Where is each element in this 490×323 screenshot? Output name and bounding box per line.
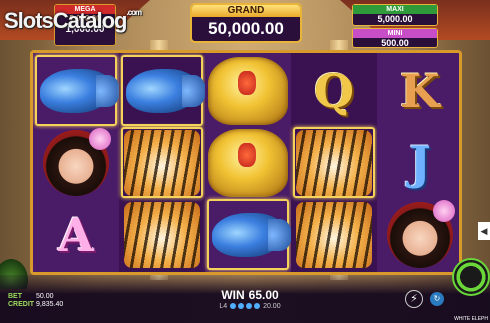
reel-5: K J	[377, 53, 459, 272]
tiger-symbol	[124, 201, 200, 268]
reel-4: Q	[291, 53, 377, 272]
reel-cell	[379, 199, 459, 270]
game-name: WHITE ELEPH	[454, 316, 488, 322]
win-value: 65.00	[248, 288, 279, 302]
jackpot-grand-value: 50,000.00	[208, 19, 284, 38]
reel-3	[205, 53, 292, 272]
golden-elephant-symbol	[208, 56, 288, 125]
reel-cell	[121, 199, 203, 270]
betta-fish-symbol	[40, 68, 120, 113]
reel-cell: J	[379, 127, 459, 198]
spin-button[interactable]	[452, 258, 490, 296]
letter-k-symbol: K	[400, 63, 440, 118]
line-value: 20.00	[263, 303, 281, 310]
jackpot-grand: GRAND 50,000.00	[190, 3, 302, 43]
bet-label: BET	[8, 293, 22, 300]
autoplay-icon[interactable]: ↻	[430, 292, 444, 306]
coin-icon	[238, 303, 245, 310]
tiger-symbol	[296, 129, 372, 196]
tiger-symbol	[296, 201, 372, 268]
jackpot-mini-label: MINI	[353, 29, 437, 38]
betta-fish-symbol	[126, 68, 206, 113]
reel-grid: A Q K J	[30, 50, 462, 275]
jackpot-maxi: MAXI 5,000.00	[352, 4, 438, 26]
coin-icon	[230, 303, 237, 310]
reel-cell: Q	[293, 55, 375, 126]
coin-icon	[246, 303, 253, 310]
tiger-symbol	[124, 129, 200, 196]
jackpot-mini: MINI 500.00	[352, 28, 438, 48]
letter-j-symbol: J	[409, 135, 431, 190]
reel-cell: A	[35, 199, 117, 270]
jackpot-mini-value: 500.00	[381, 38, 409, 48]
betta-fish-symbol	[212, 212, 292, 257]
reel-cell	[121, 127, 203, 198]
reel-cell	[293, 199, 375, 270]
letter-a-symbol: A	[58, 207, 94, 262]
golden-elephant-symbol	[208, 128, 288, 197]
win-display: WIN 65.00 L4 20.00	[200, 288, 300, 310]
watermark-suffix: .com	[126, 8, 142, 17]
reel-cell	[35, 55, 120, 126]
watermark-text: SlotsCatalog	[4, 8, 127, 33]
line-win-info: L4 20.00	[200, 303, 300, 310]
credit-label: CREDIT	[8, 301, 35, 308]
jackpot-maxi-label: MAXI	[353, 5, 437, 14]
reel-cell	[207, 55, 289, 126]
win-label: WIN	[221, 288, 245, 302]
jackpot-maxi-value: 5,000.00	[377, 14, 413, 24]
jackpot-grand-label: GRAND	[192, 5, 300, 17]
coin-icon	[254, 303, 261, 310]
thai-lady-symbol	[387, 199, 455, 268]
reel-cell	[293, 127, 375, 198]
credit-value: 9,835.40	[36, 301, 64, 308]
arrow-left-icon[interactable]: ◀	[478, 222, 490, 240]
thai-lady-symbol	[43, 127, 111, 196]
reel-1: A	[33, 53, 120, 272]
reel-cell: K	[379, 55, 459, 126]
reel-cell	[207, 127, 289, 198]
bet-credit-panel: BET 50.00 CREDIT 9,835.40	[8, 293, 63, 309]
reel-2	[119, 53, 206, 272]
watermark-logo: SlotsCatalog.com	[4, 8, 142, 34]
bet-value[interactable]: 50.00	[36, 293, 54, 300]
letter-q-symbol: Q	[313, 63, 355, 118]
line-label: L4	[219, 303, 228, 310]
reel-cell	[207, 199, 292, 270]
lightning-icon[interactable]: ⚡	[405, 290, 423, 308]
reel-cell	[35, 127, 117, 198]
reel-cell	[121, 55, 206, 126]
